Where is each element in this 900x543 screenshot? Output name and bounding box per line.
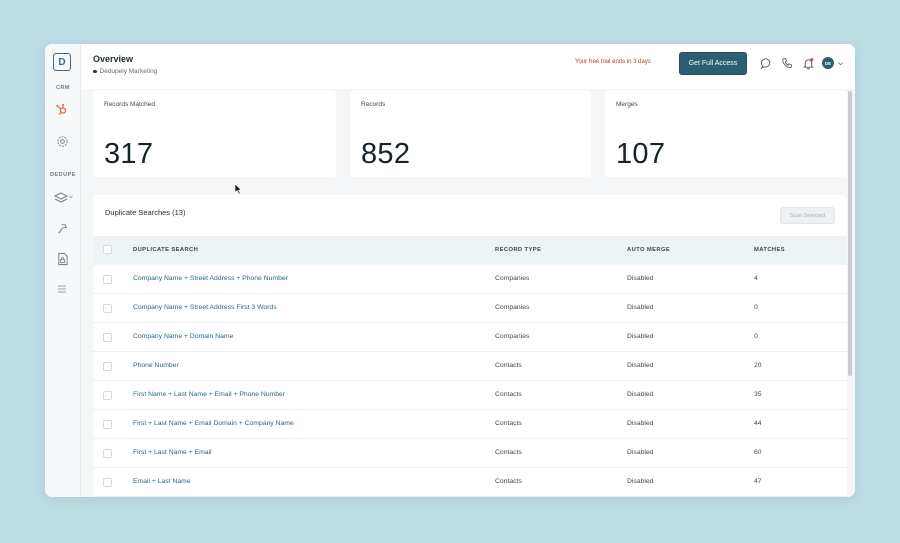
select-all-checkbox[interactable] <box>103 245 112 254</box>
auto-merge-cell: Disabled <box>627 420 654 427</box>
file-lock-icon[interactable] <box>53 250 71 268</box>
record-type-cell: Contacts <box>495 391 522 398</box>
table-row[interactable]: Company Name + Street Address + Phone Nu… <box>93 265 847 294</box>
matches-cell: 20 <box>754 362 762 369</box>
sidebar-section-crm: CRM <box>55 85 71 91</box>
table-header: DUPLICATE SEARCH RECORD TYPE AUTO MERGE … <box>93 236 847 265</box>
top-header: Overview Dedupely Marketing Your free tr… <box>81 44 855 89</box>
matches-cell: 0 <box>754 333 758 340</box>
row-checkbox[interactable] <box>103 275 112 284</box>
record-type-cell: Companies <box>495 275 530 282</box>
column-header[interactable]: DUPLICATE SEARCH <box>133 247 198 253</box>
app-window: D CRM DEDUPE Overview Dedupely Marketing… <box>45 44 855 497</box>
auto-merge-cell: Disabled <box>627 449 654 456</box>
search-name-link[interactable]: First + Last Name + Email Domain + Compa… <box>133 420 294 427</box>
search-name-link[interactable]: Phone Number <box>133 362 179 369</box>
list-icon[interactable] <box>53 280 71 298</box>
dedupely-logo[interactable]: D <box>53 53 71 71</box>
row-checkbox[interactable] <box>103 391 112 400</box>
table-row[interactable]: First + Last Name + Email Domain + Compa… <box>93 410 847 439</box>
search-name-link[interactable]: First Name + Last Name + Email + Phone N… <box>133 391 285 398</box>
auto-merge-cell: Disabled <box>627 304 654 311</box>
sidebar: D CRM DEDUPE <box>45 44 81 497</box>
record-type-cell: Contacts <box>495 362 522 369</box>
stat-card-records-matched: Records Matched 317 <box>93 90 336 177</box>
workspace-name: Dedupely Marketing <box>99 68 158 75</box>
record-type-cell: Companies <box>495 333 530 340</box>
row-checkbox[interactable] <box>103 362 112 371</box>
hubspot-icon[interactable] <box>53 101 71 119</box>
panel-title: Duplicate Searches (13) <box>105 208 186 217</box>
record-type-cell: Companies <box>495 304 530 311</box>
row-checkbox[interactable] <box>103 333 112 342</box>
search-name-link[interactable]: Company Name + Street Address First 3 Wo… <box>133 304 277 311</box>
auto-merge-cell: Disabled <box>627 275 654 282</box>
user-avatar[interactable]: DE <box>822 57 834 69</box>
scrollbar-thumb[interactable] <box>848 91 852 376</box>
mouse-cursor-icon <box>234 182 243 200</box>
row-checkbox[interactable] <box>103 449 112 458</box>
stat-label: Records Matched <box>104 101 155 108</box>
stat-label: Merges <box>616 101 638 108</box>
column-header[interactable]: MATCHES <box>754 247 785 253</box>
matches-cell: 47 <box>754 478 762 485</box>
matches-cell: 0 <box>754 304 758 311</box>
search-name-link[interactable]: Email + Last Name <box>133 478 191 485</box>
record-type-cell: Contacts <box>495 449 522 456</box>
layers-icon[interactable] <box>53 189 75 207</box>
gear-icon[interactable] <box>53 132 71 150</box>
table-row[interactable]: First + Last Name + Email Contacts Disab… <box>93 439 847 468</box>
get-full-access-button[interactable]: Get Full Access <box>679 52 747 75</box>
record-type-cell: Contacts <box>495 420 522 427</box>
status-dot <box>93 69 97 74</box>
row-checkbox[interactable] <box>103 420 112 429</box>
column-header[interactable]: AUTO MERGE <box>627 247 670 253</box>
search-name-link[interactable]: First + Last Name + Email <box>133 449 212 456</box>
trial-notice: Your free trial ends in 3 days <box>575 59 651 65</box>
chevron-down-icon[interactable] <box>835 55 845 71</box>
table-row[interactable]: Email + Last Name Contacts Disabled 47 <box>93 468 847 497</box>
table-row[interactable]: Company Name + Street Address First 3 Wo… <box>93 294 847 323</box>
auto-merge-cell: Disabled <box>627 391 654 398</box>
table-row[interactable]: Phone Number Contacts Disabled 20 <box>93 352 847 381</box>
row-checkbox[interactable] <box>103 478 112 487</box>
stat-card-records: Records 852 <box>350 90 591 177</box>
auto-merge-cell: Disabled <box>627 362 654 369</box>
chat-icon[interactable] <box>758 55 774 71</box>
stat-value: 107 <box>616 138 666 170</box>
stat-value: 852 <box>361 138 411 170</box>
duplicate-searches-panel: Duplicate Searches (13) Scan Selected DU… <box>93 195 847 497</box>
record-type-cell: Contacts <box>495 478 522 485</box>
workspace-label[interactable]: Dedupely Marketing <box>93 68 157 75</box>
search-name-link[interactable]: Company Name + Domain Name <box>133 333 233 340</box>
page-title: Overview <box>93 54 134 64</box>
auto-merge-cell: Disabled <box>627 478 654 485</box>
stat-card-merges: Merges 107 <box>605 90 847 177</box>
matches-cell: 44 <box>754 420 762 427</box>
hammer-icon[interactable] <box>53 219 71 237</box>
matches-cell: 60 <box>754 449 762 456</box>
row-checkbox[interactable] <box>103 304 112 313</box>
matches-cell: 4 <box>754 275 758 282</box>
sidebar-section-dedupe: DEDUPE <box>50 172 76 178</box>
stat-label: Records <box>361 101 386 108</box>
phone-icon[interactable] <box>779 55 795 71</box>
search-name-link[interactable]: Company Name + Street Address + Phone Nu… <box>133 275 288 282</box>
table-row[interactable]: Company Name + Domain Name Companies Dis… <box>93 323 847 352</box>
stat-value: 317 <box>104 138 154 170</box>
table-row[interactable]: First Name + Last Name + Email + Phone N… <box>93 381 847 410</box>
auto-merge-cell: Disabled <box>627 333 654 340</box>
column-header[interactable]: RECORD TYPE <box>495 247 541 253</box>
scan-selected-button[interactable]: Scan Selected <box>780 207 835 224</box>
matches-cell: 35 <box>754 391 762 398</box>
bell-icon[interactable] <box>800 55 816 71</box>
